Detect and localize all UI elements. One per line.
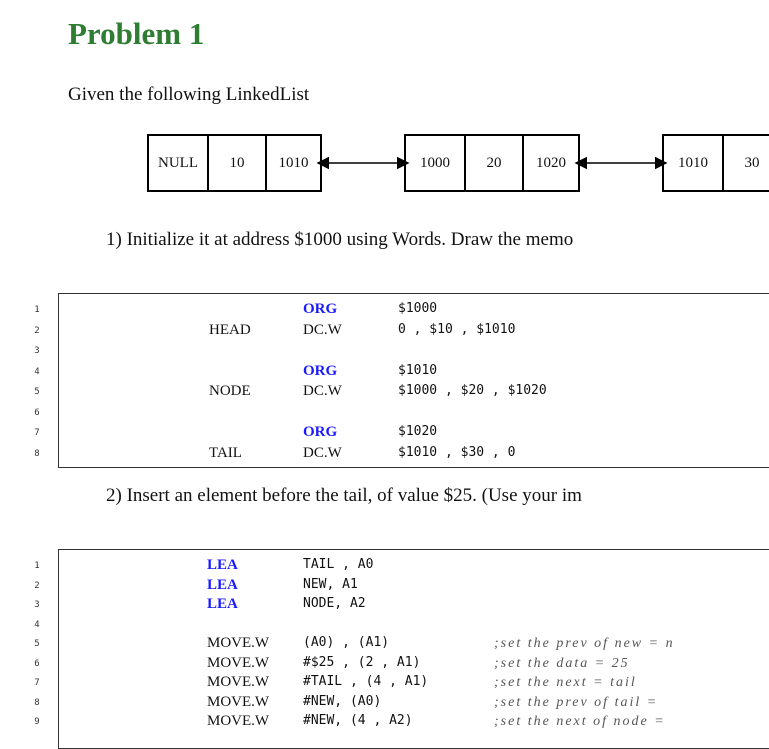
line-number: 4 [34,619,40,630]
code-comment: ;set the next = tail [494,675,637,690]
line-number: 3 [34,600,40,610]
code-op: LEA [207,557,238,573]
code-op: MOVE.W [207,693,270,710]
line-number: 7 [34,678,40,688]
code-comment: ;set the prev of new = n [494,636,675,651]
line-number: 8 [34,697,40,708]
line-number: 3 [34,346,40,356]
code-args: $1000 , $20 , $1020 [398,383,547,398]
code-op: DC.W [303,383,342,399]
line-number: 2 [34,325,40,336]
code-args: 0 , $10 , $1010 [398,321,516,337]
line-number: 5 [34,639,40,649]
line-number: 8 [34,448,40,459]
code-op: LEA [207,576,238,593]
line-number: 5 [34,387,40,397]
code-op: LEA [207,596,238,612]
code-args: TAIL , A0 [303,557,374,572]
line-number: 1 [34,305,40,315]
code-comment: ;set the next of node = [494,714,666,729]
code-args: #NEW, (4 , A2) [303,713,413,728]
code-op: ORG [303,301,338,317]
code-op: DC.W [303,321,342,338]
line-number: 7 [34,428,40,438]
line-number: 6 [34,407,40,418]
code-args: NODE, A2 [303,596,366,611]
code-op: MOVE.W [207,654,270,671]
code-args: NEW, A1 [303,576,358,592]
code-op: MOVE.W [207,635,270,651]
code-label: TAIL [209,444,242,461]
code-args: #NEW, (A0) [303,693,382,709]
line-number: 1 [34,561,40,571]
line-number: 4 [34,366,40,377]
link-arrows [316,156,668,170]
code-op: ORG [303,424,338,440]
code-op: ORG [303,362,338,379]
line-number: 9 [34,717,40,727]
code-args: $1020 [398,424,438,439]
code-args: $1010 [398,362,438,378]
step-2-text: 2) Insert an element before the tail, of… [106,485,582,506]
code-args: (A0) , (A1) [303,635,390,650]
code-args: $1010 , $30 , 0 [398,444,516,460]
code-op: DC.W [303,444,342,461]
line-number: 6 [34,658,40,669]
code-block-1 [58,293,769,468]
code-op: MOVE.W [207,674,270,690]
code-args: $1000 [398,301,438,316]
code-args: #$25 , (2 , A1) [303,654,421,670]
code-comment: ;set the prev of tail = [494,694,659,710]
code-args: #TAIL , (4 , A1) [303,674,429,689]
code-comment: ;set the data = 25 [494,655,630,671]
code-label: HEAD [209,321,251,338]
code-label: NODE [209,383,251,399]
code-op: MOVE.W [207,713,270,729]
step-1-text: 1) Initialize it at address $1000 using … [106,229,574,250]
line-number: 2 [34,580,40,591]
